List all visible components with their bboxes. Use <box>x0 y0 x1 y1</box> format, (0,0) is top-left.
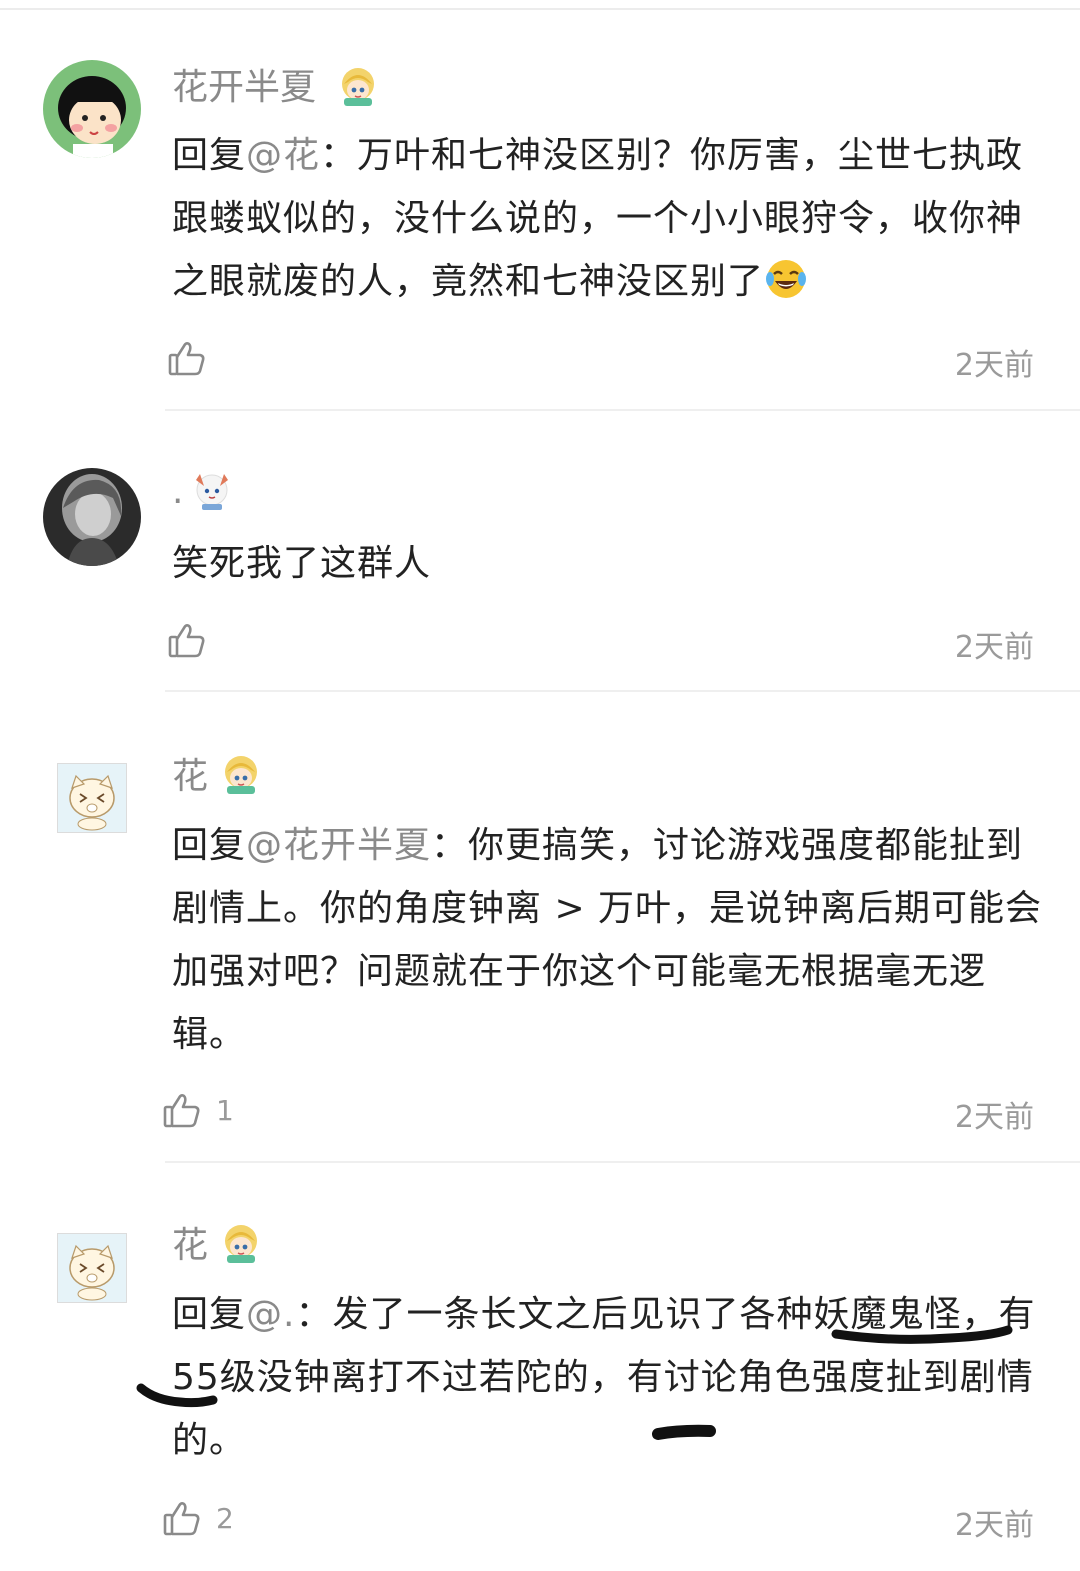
user-badge-icon <box>219 1221 263 1269</box>
laughing-crying-emoji-icon <box>764 257 808 301</box>
user-badge-icon <box>190 468 234 516</box>
like-count: 1 <box>216 1093 234 1127</box>
like-button[interactable] <box>167 338 221 378</box>
user-avatar[interactable] <box>57 1233 127 1303</box>
reply-prefix: 回复 <box>172 1294 247 1335</box>
comment-body: 笑死我了这群人 <box>172 543 432 584</box>
thumbs-up-icon <box>163 1502 200 1536</box>
comment-time: 2天前 <box>954 1100 1034 1135</box>
like-count: 2 <box>216 1501 234 1535</box>
comment-text: 笑死我了这群人 <box>172 532 1052 595</box>
top-divider <box>0 8 1080 10</box>
comment-divider <box>165 1161 1080 1163</box>
comment-text: 回复@.：发了一条长文之后见识了各种妖魔鬼怪，有55级没钟离打不过若陀的，有讨论… <box>172 1283 1052 1472</box>
mention-link[interactable]: @. <box>246 1294 295 1335</box>
mention-link[interactable]: @花开半夏 <box>246 825 431 866</box>
user-avatar[interactable] <box>43 468 141 566</box>
ink-underline-mark <box>136 1383 218 1408</box>
thumbs-up-icon <box>168 342 205 376</box>
comment-text: 回复@花开半夏：你更搞笑，讨论游戏强度都能扯到剧情上。你的角度钟离 > 万叶，是… <box>172 814 1052 1066</box>
like-button[interactable] <box>167 620 221 660</box>
comment-username[interactable]: . <box>172 470 183 514</box>
user-badge-icon <box>336 64 380 112</box>
reply-prefix: 回复 <box>172 135 247 176</box>
user-avatar[interactable] <box>57 763 127 833</box>
comment-username[interactable]: 花开半夏 <box>172 66 316 110</box>
thumbs-up-icon <box>168 624 205 658</box>
reply-prefix: 回复 <box>172 825 247 866</box>
ink-underline-mark <box>831 1325 1013 1344</box>
ink-dash-mark <box>652 1424 716 1440</box>
comment-username[interactable]: 花 <box>172 755 208 799</box>
user-avatar[interactable] <box>43 60 141 158</box>
thumbs-up-icon <box>163 1094 200 1128</box>
comment-time: 2天前 <box>954 1508 1034 1543</box>
comment-username[interactable]: 花 <box>172 1224 208 1268</box>
comment-divider <box>165 690 1080 692</box>
user-badge-icon <box>219 752 263 800</box>
comment-divider <box>165 409 1080 411</box>
comment-text: 回复@花：万叶和七神没区别？你厉害，尘世七执政跟蝼蚁似的，没什么说的，一个小小眼… <box>172 124 1052 313</box>
comment-time: 2天前 <box>954 348 1034 383</box>
comment-time: 2天前 <box>954 630 1034 665</box>
mention-link[interactable]: @花 <box>246 135 320 176</box>
like-button[interactable]: 2 <box>162 1498 234 1538</box>
like-button[interactable]: 1 <box>162 1090 234 1130</box>
